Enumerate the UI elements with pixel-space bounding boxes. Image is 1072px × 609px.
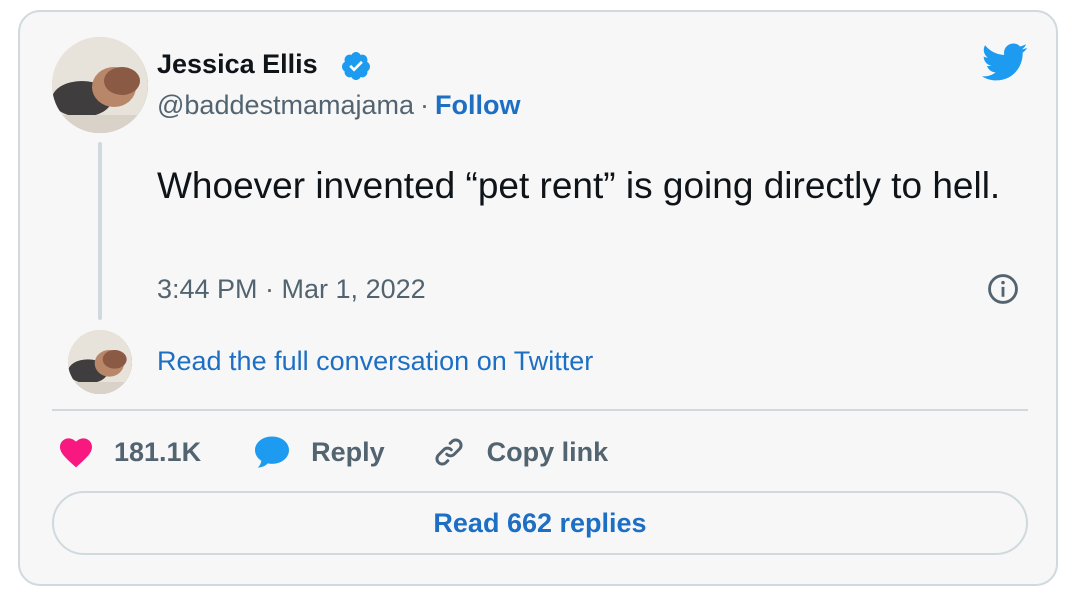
tweet-timestamp[interactable]: 3:44 PM · Mar 1, 2022 (157, 274, 426, 305)
follow-link[interactable]: Follow (435, 90, 520, 120)
twitter-bird-icon[interactable] (980, 42, 1028, 82)
reply-label: Reply (311, 436, 385, 467)
link-icon (435, 438, 463, 466)
handle-separator: · (420, 90, 430, 120)
thread-connector-line (98, 142, 102, 320)
tweet-actions-bar: 181.1K Reply Copy link (58, 432, 608, 472)
tweet-embed-card: Jessica Ellis @baddestmamajama · Follow Wh… (18, 10, 1058, 586)
info-icon[interactable] (986, 272, 1020, 306)
conversation-avatar[interactable] (68, 330, 132, 394)
speech-bubble-icon (255, 436, 290, 468)
verified-badge-icon (341, 52, 370, 80)
avatar-photo-small (68, 330, 132, 394)
like-count: 181.1K (114, 436, 202, 467)
read-full-conversation-link[interactable]: Read the full conversation on Twitter (157, 346, 593, 377)
reply-button[interactable]: Reply (253, 435, 385, 469)
copy-link-label: Copy link (486, 436, 609, 467)
copy-link-button[interactable]: Copy link (431, 434, 609, 470)
heart-icon (60, 438, 92, 468)
author-handle-row: @baddestmamajama · Follow (157, 90, 521, 121)
divider (52, 409, 1028, 411)
avatar-photo (52, 37, 148, 133)
like-button[interactable]: 181.1K (58, 436, 201, 468)
author-handle[interactable]: @baddestmamajama (157, 90, 414, 120)
author-avatar[interactable] (52, 37, 148, 133)
tweet-text: Whoever invented “pet rent” is going dir… (157, 165, 1001, 206)
author-name[interactable]: Jessica Ellis (157, 49, 318, 80)
read-replies-button[interactable]: Read 662 replies (52, 491, 1028, 555)
